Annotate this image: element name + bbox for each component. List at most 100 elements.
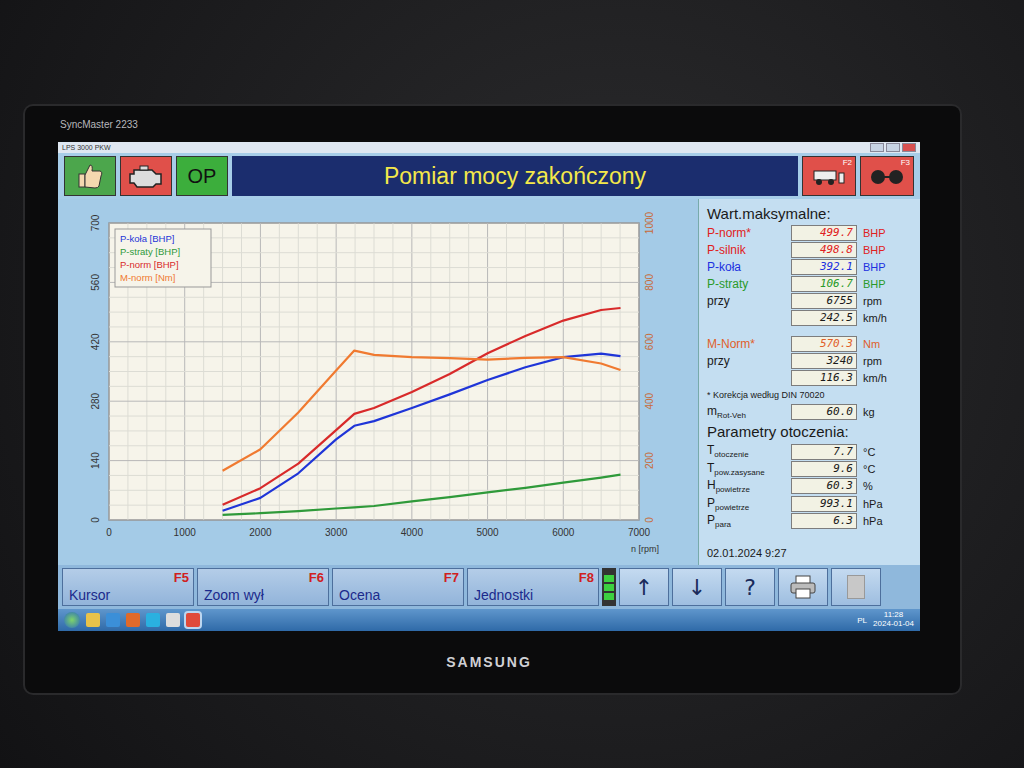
value-row: P-koła 392.1 BHP — [707, 259, 912, 275]
value-unit: °C — [863, 463, 912, 475]
legend-item: P-norm [BHP] — [120, 259, 179, 270]
start-button-icon[interactable] — [64, 612, 80, 628]
value-row: P-norm* 499.7 BHP — [707, 225, 912, 241]
grid-line — [109, 326, 639, 327]
value-box: 9.6 — [791, 461, 857, 477]
monitor-model: SyncMaster 2233 — [58, 119, 138, 130]
edge-icon[interactable] — [146, 613, 160, 627]
legend-item: M-norm [Nm] — [120, 272, 175, 283]
y-right-tick: 400 — [644, 392, 655, 409]
grid-line — [109, 460, 639, 461]
value-label: przy — [707, 354, 785, 368]
y-right-tick: 200 — [644, 452, 655, 469]
value-unit: rpm — [863, 355, 912, 367]
op-button[interactable]: OP — [176, 156, 228, 196]
folder-icon[interactable] — [86, 613, 100, 627]
dyno-app-icon[interactable] — [186, 613, 200, 627]
function-key-label: F2 — [843, 158, 852, 167]
value-label: Ppowietrze — [707, 496, 785, 512]
function-key-button[interactable]: F5 Kursor — [62, 568, 194, 606]
environment-title: Parametry otoczenia: — [707, 421, 912, 442]
rollers-icon — [869, 165, 905, 187]
value-unit: % — [863, 480, 912, 492]
x-tick: 0 — [106, 527, 112, 538]
clock[interactable]: 11:28 2024-01-04 — [873, 611, 914, 629]
toolbar-key-button[interactable]: F2 — [802, 156, 856, 196]
environment-row: Hpowietrze 60.3 % — [707, 478, 912, 494]
tool-button[interactable]: ↑ — [619, 568, 669, 606]
x-tick: 7000 — [628, 527, 651, 538]
screen: LPS 3000 PKW OP Pomiar mocy zakończony F… — [58, 142, 920, 631]
grid-line — [109, 341, 639, 342]
value-row: przy 3240 rpm — [707, 353, 912, 369]
tool-button[interactable] — [831, 568, 881, 606]
function-key-label: F6 — [309, 570, 324, 585]
function-key-button[interactable]: F8 Jednostki — [467, 568, 599, 606]
grid-line — [109, 520, 639, 521]
thumbs-up-icon — [75, 161, 105, 191]
blank-icon — [847, 575, 865, 599]
legend-item: P-straty [BHP] — [120, 246, 180, 257]
x-tick: 6000 — [552, 527, 575, 538]
value-box: 993.1 — [791, 496, 857, 512]
tool-button[interactable]: ? — [725, 568, 775, 606]
timestamp: 02.01.2024 9:27 — [707, 547, 912, 561]
minimize-button[interactable] — [870, 143, 884, 152]
value-row: P-silnik 498.8 BHP — [707, 242, 912, 258]
y-left-tick: 700 — [90, 214, 101, 231]
status-title: Pomiar mocy zakończony — [232, 156, 798, 196]
value-row: M-Norm* 570.3 Nm — [707, 336, 912, 352]
correction-note: * Korekcja według DIN 70020 — [707, 387, 912, 403]
value-label: P-silnik — [707, 243, 785, 257]
mass-row: mRot-Veh 60.0 kg — [707, 404, 912, 420]
environment-row: Tpow.zasysane 9.6 °C — [707, 461, 912, 477]
maximize-button[interactable] — [886, 143, 900, 152]
dyno-car-icon — [811, 165, 847, 187]
browser-icon[interactable] — [106, 613, 120, 627]
x-tick: 2000 — [249, 527, 272, 538]
y-left-tick: 420 — [90, 333, 101, 350]
language-indicator[interactable]: PL — [857, 616, 867, 625]
tool-glyph: ↑ — [635, 575, 653, 600]
value-unit: km/h — [863, 372, 912, 384]
monitor: SyncMaster 2233 LPS 3000 PKW OP Pomiar m… — [25, 106, 960, 693]
series-line — [223, 475, 621, 515]
x-tick: 4000 — [401, 527, 424, 538]
grid-line — [109, 297, 639, 298]
values-panel: Wart.maksymalne: P-norm* 499.7 BHPP-siln… — [698, 199, 920, 565]
function-key-button[interactable]: F6 Zoom wył — [197, 568, 329, 606]
engine-button[interactable] — [120, 156, 172, 196]
value-unit: km/h — [863, 312, 912, 324]
y-right-tick: 600 — [644, 333, 655, 350]
tool-glyph: ? — [744, 575, 756, 600]
y-right-tick: 0 — [644, 517, 655, 523]
environment-row: Ppara 6.3 hPa — [707, 513, 912, 529]
tool-button[interactable] — [778, 568, 828, 606]
environment-row: Ppowietrze 993.1 hPa — [707, 496, 912, 512]
bezel-top: SyncMaster 2233 — [58, 106, 920, 142]
grid-line — [109, 430, 639, 431]
main-area: 0140280420560700020040060080010000100020… — [58, 199, 920, 565]
printer-icon — [788, 574, 818, 600]
grid-line — [109, 416, 639, 417]
value-unit: kg — [863, 406, 912, 418]
toolbar: OP Pomiar mocy zakończony F2 F3 — [58, 153, 920, 199]
value-unit: BHP — [863, 261, 912, 273]
app-icon[interactable] — [166, 613, 180, 627]
value-row: 116.3 km/h — [707, 370, 912, 386]
close-button[interactable] — [902, 143, 916, 152]
media-icon[interactable] — [126, 613, 140, 627]
function-key-label: F5 — [174, 570, 189, 585]
y-left-tick: 0 — [90, 517, 101, 523]
x-tick: 3000 — [325, 527, 348, 538]
status-indicator — [602, 568, 616, 606]
toolbar-key-button[interactable]: F3 — [860, 156, 914, 196]
bezel-bottom: SAMSUNG — [58, 631, 920, 693]
value-unit: BHP — [863, 244, 912, 256]
y-left-tick: 140 — [90, 452, 101, 469]
grid-line — [109, 386, 639, 387]
function-key-button[interactable]: F7 Ocena — [332, 568, 464, 606]
ok-button[interactable] — [64, 156, 116, 196]
tool-button[interactable]: ↓ — [672, 568, 722, 606]
series-line — [223, 354, 621, 511]
